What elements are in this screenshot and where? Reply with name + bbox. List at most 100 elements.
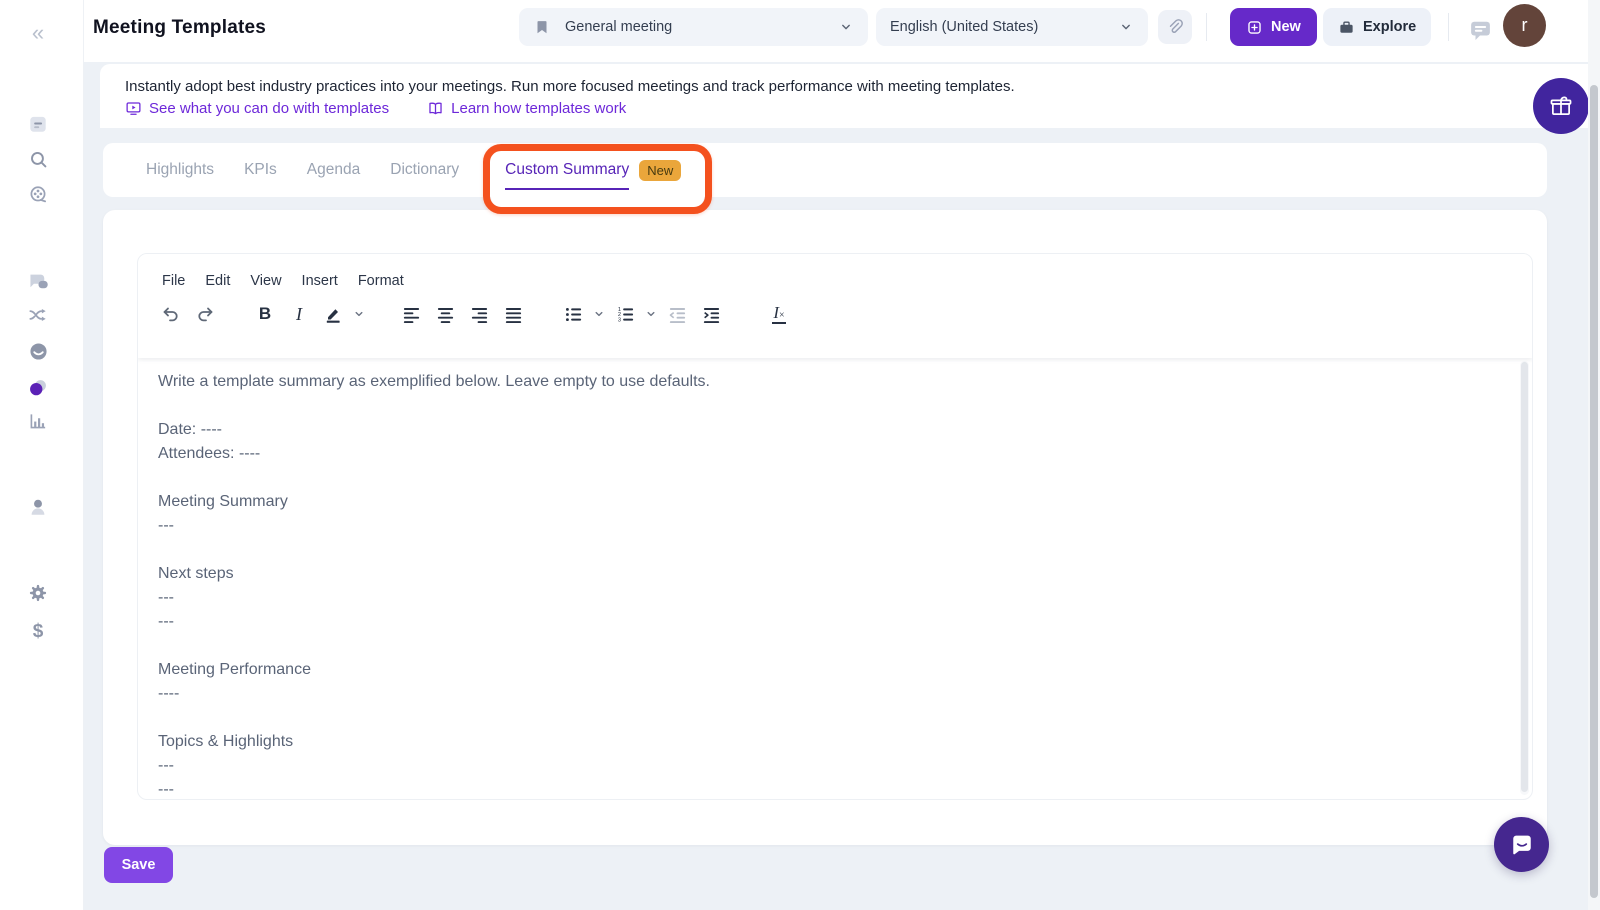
italic-icon: I <box>296 304 302 325</box>
dollar-icon: $ <box>33 621 44 643</box>
bookmark-icon <box>533 18 551 36</box>
page-scrollbar-thumb[interactable] <box>1590 85 1598 898</box>
person-icon <box>27 496 49 518</box>
editor-line: Meeting Performance <box>158 658 1532 682</box>
tab-label: KPIs <box>244 161 277 178</box>
editor-line: Next steps <box>158 562 1532 586</box>
outdent-button[interactable] <box>660 297 694 331</box>
sidebar-item-team[interactable] <box>26 495 50 519</box>
numbered-list-button[interactable]: 1 2 3 <box>608 297 642 331</box>
tab-agenda[interactable]: Agenda <box>307 161 360 179</box>
indent-button[interactable] <box>694 297 728 331</box>
template-tabs: Highlights KPIs Agenda Dictionary Custom… <box>103 143 1547 197</box>
sidebar-item-record[interactable] <box>26 376 50 400</box>
undo-button[interactable] <box>154 297 188 331</box>
indent-icon <box>702 305 721 324</box>
meeting-template-value: General meeting <box>551 19 838 35</box>
language-select[interactable]: English (United States) <box>876 8 1148 46</box>
chevron-down-icon <box>838 19 854 35</box>
bullet-list-icon <box>564 305 583 324</box>
bold-icon: B <box>259 304 271 324</box>
save-button[interactable]: Save <box>104 847 173 883</box>
language-value: English (United States) <box>890 19 1118 35</box>
editor-line <box>158 394 1532 418</box>
bullet-list-button[interactable] <box>556 297 590 331</box>
support-chat-button[interactable] <box>1494 817 1549 872</box>
avatar[interactable]: r <box>1503 4 1546 47</box>
tab-dictionary[interactable]: Dictionary <box>390 161 459 179</box>
page-title: Meeting Templates <box>93 17 266 39</box>
menu-format[interactable]: Format <box>348 269 414 293</box>
bold-button[interactable]: B <box>248 297 282 331</box>
sidebar-item-shuffle[interactable] <box>26 303 50 327</box>
screen-play-icon <box>125 100 142 117</box>
align-justify-icon <box>504 305 523 324</box>
clear-formatting-icon: I× <box>772 304 785 324</box>
editor-line <box>158 538 1532 562</box>
align-center-button[interactable] <box>428 297 462 331</box>
tab-custom-summary[interactable]: Custom Summary New <box>505 160 681 181</box>
sidebar-item-sentiment[interactable] <box>26 339 50 363</box>
learn-templates-link[interactable]: Learn how templates work <box>427 100 626 117</box>
gear-icon <box>27 582 49 604</box>
editor-line: Write a template summary as exemplified … <box>158 370 1532 394</box>
editor-line: Meeting Summary <box>158 490 1532 514</box>
topbar: Meeting Templates General meeting Englis… <box>84 0 1600 62</box>
meeting-template-select[interactable]: General meeting <box>519 8 868 46</box>
editor-content[interactable]: Write a template summary as exemplified … <box>138 358 1532 800</box>
editor-header: File Edit View Insert Format <box>138 254 1532 358</box>
redo-button[interactable] <box>188 297 222 331</box>
sidebar-item-chats[interactable] <box>26 269 50 293</box>
align-left-icon <box>402 305 421 324</box>
page-scrollbar[interactable] <box>1588 0 1600 910</box>
copy-link-button[interactable] <box>1158 10 1192 44</box>
align-right-button[interactable] <box>462 297 496 331</box>
tab-label: Highlights <box>146 161 214 178</box>
align-justify-button[interactable] <box>496 297 530 331</box>
align-left-button[interactable] <box>394 297 428 331</box>
menu-edit[interactable]: Edit <box>195 269 240 293</box>
sidebar-item-search[interactable] <box>26 147 50 171</box>
tab-kpis[interactable]: KPIs <box>244 161 277 179</box>
outdent-icon <box>668 305 687 324</box>
film-reel-icon <box>27 184 49 206</box>
highlight-color-chevron[interactable] <box>350 297 368 331</box>
see-templates-link[interactable]: See what you can do with templates <box>125 100 389 117</box>
numbered-list-chevron[interactable] <box>642 297 660 331</box>
rewards-button[interactable] <box>1533 78 1589 134</box>
custom-summary-panel: File Edit View Insert Format <box>103 210 1547 845</box>
clear-formatting-button[interactable]: I× <box>762 297 796 331</box>
avatar-initial: r <box>1522 15 1528 36</box>
menu-view[interactable]: View <box>240 269 291 293</box>
new-template-button[interactable]: New <box>1230 8 1317 46</box>
bullet-list-chevron[interactable] <box>590 297 608 331</box>
tab-highlights[interactable]: Highlights <box>146 161 214 179</box>
highlight-color-button[interactable] <box>316 297 350 331</box>
sidebar-item-recordings[interactable] <box>26 183 50 207</box>
sidebar-item-settings[interactable] <box>26 581 50 605</box>
editor-line <box>158 706 1532 730</box>
feedback-chat-button[interactable] <box>1468 18 1493 43</box>
italic-button[interactable]: I <box>282 297 316 331</box>
menu-insert[interactable]: Insert <box>292 269 348 293</box>
editor-line: Topics & Highlights <box>158 730 1532 754</box>
editor-line: --- <box>158 778 1532 800</box>
sidebar-item-billing[interactable]: $ <box>26 620 50 644</box>
sidebar-item-meetings[interactable] <box>26 112 50 136</box>
editor-line <box>158 466 1532 490</box>
gift-icon <box>1548 93 1574 119</box>
calendar-icon <box>27 113 49 135</box>
plus-square-icon <box>1246 19 1263 36</box>
sidebar-item-analytics[interactable] <box>26 409 50 433</box>
record-dot-icon <box>27 377 49 399</box>
editor-line <box>158 634 1532 658</box>
explore-button[interactable]: Explore <box>1323 8 1431 46</box>
learn-templates-link-label: Learn how templates work <box>451 100 626 117</box>
editor-line: --- <box>158 514 1532 538</box>
bar-chart-icon <box>27 410 49 432</box>
editor-menubar: File Edit View Insert Format <box>138 254 1532 293</box>
menu-file[interactable]: File <box>152 269 195 293</box>
sidebar-collapse-button[interactable]: « <box>26 21 50 45</box>
pen-icon <box>323 304 343 324</box>
new-badge: New <box>639 160 681 181</box>
